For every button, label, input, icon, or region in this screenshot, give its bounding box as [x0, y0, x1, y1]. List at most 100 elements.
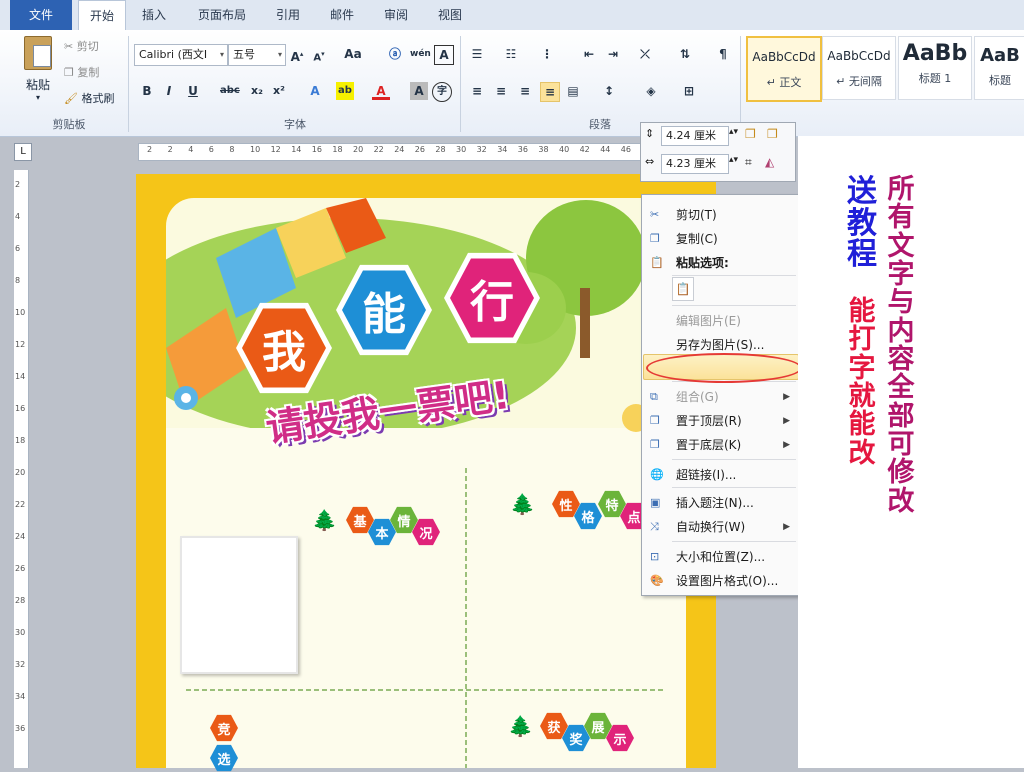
menu-item-label: 粘贴选项: — [676, 256, 729, 270]
clear-format-icon[interactable]: ⓐ — [386, 45, 404, 63]
increase-indent-icon[interactable]: ⇥ — [604, 45, 622, 63]
numbering-icon[interactable]: ☷ — [502, 45, 520, 63]
photo-placeholder[interactable] — [180, 536, 298, 674]
chinese-layout-icon[interactable]: ⤫ — [636, 45, 654, 63]
vertical-ruler[interactable]: 2 4 6 8 10 12 14 16 18 20 22 24 26 28 30 32 34 36 — [14, 170, 29, 768]
show-marks-icon[interactable]: ¶ — [714, 45, 732, 63]
cut-button[interactable]: ✂ 剪切 — [64, 38, 99, 54]
menu-item-1[interactable]: ❐ 复制(C) — [642, 227, 798, 251]
shrink-font-icon[interactable]: A▾ — [310, 45, 328, 63]
copy-icon: ❐ — [64, 66, 74, 79]
menu-item-10[interactable]: ▣ 插入题注(N)... — [642, 491, 798, 515]
title-char: 行 — [450, 258, 534, 338]
borders-icon[interactable]: ⊞ — [680, 82, 698, 100]
decrease-indent-icon[interactable]: ⇤ — [580, 45, 598, 63]
highlight-icon[interactable]: ab — [336, 82, 354, 100]
menu-item-6: ⧉ 组合(G) ▶ — [642, 385, 798, 409]
style-normal[interactable]: AaBbCcDd ↵ 正文 — [746, 36, 822, 102]
menu-item-2[interactable]: 📋 粘贴选项: — [642, 251, 798, 275]
ruler-number: 4 — [15, 212, 21, 221]
menu-item-label: 置于底层(K) — [676, 438, 742, 452]
strikethrough-icon[interactable]: abc — [220, 82, 240, 100]
menu-item-13[interactable]: 🎨 设置图片格式(O)... — [642, 569, 798, 593]
underline-icon[interactable]: U — [184, 82, 202, 100]
font-color-icon[interactable]: A — [372, 82, 390, 100]
ruler-number: 20 — [15, 468, 26, 477]
style-title[interactable]: AaB 标题 — [974, 36, 1024, 100]
ruler-number: 36 — [517, 145, 528, 154]
align-center-icon[interactable]: ≡ — [492, 82, 510, 100]
spin-icon[interactable]: ▴▾ — [729, 127, 738, 137]
tab-selector-icon[interactable]: L — [14, 143, 32, 161]
tab-page-layout[interactable]: 页面布局 — [186, 0, 258, 30]
style-name: ↵ 正文 — [766, 76, 802, 89]
bold-icon[interactable]: B — [138, 82, 156, 100]
char-shading-icon[interactable]: A — [410, 82, 428, 100]
menu-item-7[interactable]: ❐ 置于顶层(R) ▶ — [642, 409, 798, 433]
line-spacing-icon[interactable]: ↕ — [600, 82, 618, 100]
align-right-icon[interactable]: ≡ — [516, 82, 534, 100]
tab-insert[interactable]: 插入 — [134, 0, 174, 30]
text-effects-icon[interactable]: A — [306, 82, 324, 100]
caption-icon: ▣ — [650, 496, 661, 509]
bullets-icon[interactable]: ☰ — [468, 45, 486, 63]
style-sample: AaB — [980, 45, 1020, 66]
superscript-icon[interactable]: x² — [270, 82, 288, 100]
subscript-icon[interactable]: x₂ — [248, 82, 266, 100]
tab-review[interactable]: 审阅 — [376, 0, 416, 30]
paste-option-keep-icon[interactable]: 📋 — [672, 277, 694, 301]
style-sample: AaBbCcDd — [752, 50, 816, 64]
align-left-icon[interactable]: ≡ — [468, 82, 486, 100]
tab-home[interactable]: 开始 — [78, 0, 126, 31]
send-backward-icon[interactable]: ❐ — [767, 127, 778, 141]
font-size-combo[interactable]: 五号 ▾ — [228, 44, 286, 66]
copy-button[interactable]: ❐ 复制 — [64, 64, 99, 80]
spin-icon[interactable]: ▴▾ — [729, 155, 738, 165]
format-painter-label: 格式刷 — [81, 92, 115, 105]
distributed-icon[interactable]: ▤ — [564, 82, 582, 100]
height-input[interactable]: 4.24 厘米 — [661, 126, 729, 146]
picture-styles-icon[interactable]: ◭ — [765, 155, 774, 169]
paste-button[interactable]: 粘贴 ▾ — [18, 34, 58, 104]
tab-view[interactable]: 视图 — [430, 0, 470, 30]
menu-item-11[interactable]: ⤨ 自动换行(W) ▶ — [642, 515, 798, 539]
style-name: ↵ 无间隔 — [836, 75, 882, 88]
ruler-number: 32 — [476, 145, 487, 154]
height-icon: ⇕ — [645, 127, 655, 140]
sort-icon[interactable]: ⇅ — [676, 45, 694, 63]
menu-item-9[interactable]: 🌐 超链接(I)... — [642, 463, 798, 487]
justify-icon[interactable]: ≡ — [540, 82, 560, 102]
phonetic-guide-icon[interactable]: wén — [410, 45, 431, 63]
ruler-number: 26 — [15, 564, 26, 573]
ruler-number: 32 — [15, 660, 26, 669]
tab-mailings[interactable]: 邮件 — [322, 0, 362, 30]
char-border-icon[interactable]: A — [434, 45, 454, 65]
ruler-number: 20 — [353, 145, 364, 154]
style-no-spacing[interactable]: AaBbCcDd ↵ 无间隔 — [822, 36, 896, 100]
bring-forward-icon[interactable]: ❐ — [745, 127, 756, 141]
ruler-number: 40 — [559, 145, 570, 154]
menu-item-8[interactable]: ❐ 置于底层(K) ▶ — [642, 433, 798, 457]
tab-references[interactable]: 引用 — [268, 0, 308, 30]
font-name-combo[interactable]: Calibri (西文I ▾ — [134, 44, 228, 66]
tab-file[interactable]: 文件 — [10, 0, 72, 30]
menu-item-12[interactable]: ⊡ 大小和位置(Z)... — [642, 545, 798, 569]
width-input[interactable]: 4.23 厘米 — [661, 154, 729, 174]
enclose-char-icon[interactable]: 字 — [432, 82, 452, 102]
poster-page — [136, 174, 716, 768]
menu-item-0[interactable]: ✂ 剪切(T) — [642, 203, 798, 227]
multilevel-list-icon[interactable]: ⋮ — [538, 45, 556, 63]
ruler-number: 34 — [15, 692, 26, 701]
shading-icon[interactable]: ◈ — [642, 82, 660, 100]
grow-font-icon[interactable]: A▴ — [288, 45, 306, 64]
format-painter-button[interactable]: 🖌 格式刷 — [64, 90, 114, 106]
menu-separator — [672, 459, 796, 460]
crop-icon[interactable]: ⌗ — [745, 155, 752, 170]
italic-icon[interactable]: I — [160, 82, 178, 100]
ruler-number: 22 — [373, 145, 384, 154]
change-case-icon[interactable]: Aa — [344, 45, 362, 63]
width-icon: ⇔ — [645, 155, 655, 168]
ruler-number: 18 — [15, 436, 26, 445]
style-heading-1[interactable]: AaBb 标题 1 — [898, 36, 972, 100]
group-icon: ⧉ — [650, 390, 658, 403]
